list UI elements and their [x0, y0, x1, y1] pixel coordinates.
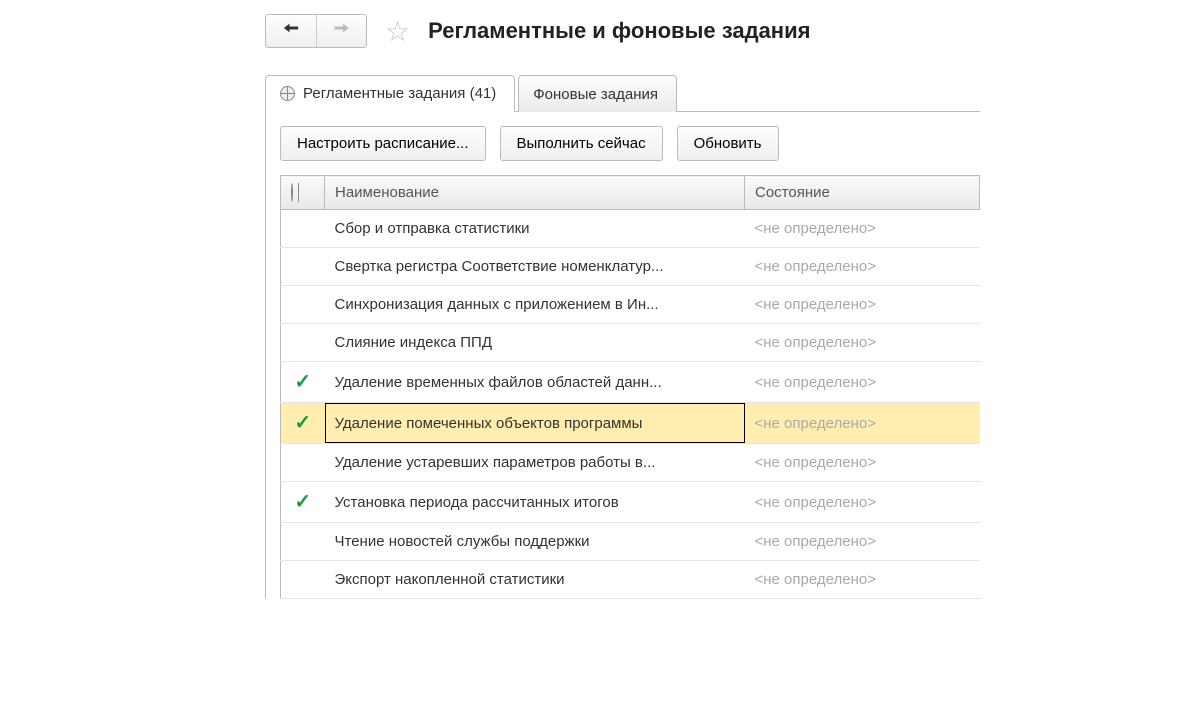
- col-header-state[interactable]: Состояние: [745, 176, 980, 210]
- name-cell: Установка периода рассчитанных итогов: [325, 482, 745, 523]
- check-cell: ✓: [281, 362, 325, 403]
- state-cell: <не определено>: [745, 286, 980, 324]
- check-cell: ✓: [281, 403, 325, 444]
- table-row[interactable]: Свертка регистра Соответствие номенклату…: [281, 248, 980, 286]
- check-cell: [281, 210, 325, 248]
- check-icon: ✓: [294, 371, 311, 393]
- name-cell: Слияние индекса ППД: [325, 324, 745, 362]
- arrow-right-icon: 🠪: [333, 14, 349, 48]
- tab-scheduled[interactable]: Регламентные задания (41): [265, 75, 515, 112]
- panel: Настроить расписание... Выполнить сейчас…: [265, 112, 980, 599]
- check-cell: [281, 561, 325, 599]
- toolbar: Настроить расписание... Выполнить сейчас…: [280, 126, 980, 161]
- favorite-star-icon[interactable]: ☆: [385, 15, 410, 48]
- check-cell: [281, 444, 325, 482]
- page-title: Регламентные и фоновые задания: [428, 18, 810, 44]
- tab-label: Фоновые задания: [533, 86, 658, 103]
- table-row[interactable]: Сбор и отправка статистики<не определено…: [281, 210, 980, 248]
- name-cell: Чтение новостей службы поддержки: [325, 523, 745, 561]
- col-header-name[interactable]: Наименование: [325, 176, 745, 210]
- check-cell: [281, 248, 325, 286]
- check-cell: [281, 286, 325, 324]
- state-cell: <не определено>: [745, 482, 980, 523]
- forward-button[interactable]: 🠪: [316, 15, 366, 47]
- name-cell: Удаление помеченных объектов программы: [325, 403, 745, 444]
- arrow-left-icon: 🠨: [283, 14, 299, 48]
- state-cell: <не определено>: [745, 523, 980, 561]
- tab-label: Регламентные задания (41): [303, 85, 496, 102]
- tabs: Регламентные задания (41) Фоновые задани…: [265, 74, 980, 112]
- table-row[interactable]: Чтение новостей службы поддержки<не опре…: [281, 523, 980, 561]
- state-cell: <не определено>: [745, 403, 980, 444]
- back-button[interactable]: 🠨: [266, 15, 316, 47]
- header: 🠨 🠪 ☆ Регламентные и фоновые задания: [265, 14, 980, 48]
- table-row[interactable]: Синхронизация данных с приложением в Ин.…: [281, 286, 980, 324]
- state-cell: <не определено>: [745, 561, 980, 599]
- schedule-button[interactable]: Настроить расписание...: [280, 126, 486, 161]
- name-cell: Сбор и отправка статистики: [325, 210, 745, 248]
- selection-highlight: [325, 403, 745, 444]
- check-icon: ✓: [294, 412, 311, 434]
- state-cell: <не определено>: [745, 210, 980, 248]
- globe-icon: [280, 86, 295, 101]
- table-row[interactable]: Экспорт накопленной статистики<не опреде…: [281, 561, 980, 599]
- check-cell: ✓: [281, 482, 325, 523]
- table-row[interactable]: Удаление устаревших параметров работы в.…: [281, 444, 980, 482]
- state-cell: <не определено>: [745, 444, 980, 482]
- col-header-check[interactable]: [281, 176, 325, 210]
- table-row[interactable]: ✓ Установка периода рассчитанных итогов<н…: [281, 482, 980, 523]
- name-cell: Удаление временных файлов областей данн.…: [325, 362, 745, 403]
- table-row[interactable]: ✓ Удаление временных файлов областей данн…: [281, 362, 980, 403]
- jobs-table: Наименование Состояние Сбор и отправка с…: [280, 175, 980, 599]
- check-cell: [281, 324, 325, 362]
- check-cell: [281, 523, 325, 561]
- table-row[interactable]: Слияние индекса ППД<не определено>: [281, 324, 980, 362]
- name-cell: Удаление устаревших параметров работы в.…: [325, 444, 745, 482]
- check-icon: ✓: [294, 491, 311, 513]
- table-row[interactable]: ✓ Удаление помеченных объектов программы<…: [281, 403, 980, 444]
- name-cell: Синхронизация данных с приложением в Ин.…: [325, 286, 745, 324]
- globe-icon: [291, 183, 293, 202]
- state-cell: <не определено>: [745, 324, 980, 362]
- state-cell: <не определено>: [745, 248, 980, 286]
- name-cell: Свертка регистра Соответствие номенклату…: [325, 248, 745, 286]
- name-cell: Экспорт накопленной статистики: [325, 561, 745, 599]
- state-cell: <не определено>: [745, 362, 980, 403]
- run-now-button[interactable]: Выполнить сейчас: [500, 126, 663, 161]
- tab-background[interactable]: Фоновые задания: [518, 75, 677, 112]
- refresh-button[interactable]: Обновить: [677, 126, 779, 161]
- nav-buttons: 🠨 🠪: [265, 14, 367, 48]
